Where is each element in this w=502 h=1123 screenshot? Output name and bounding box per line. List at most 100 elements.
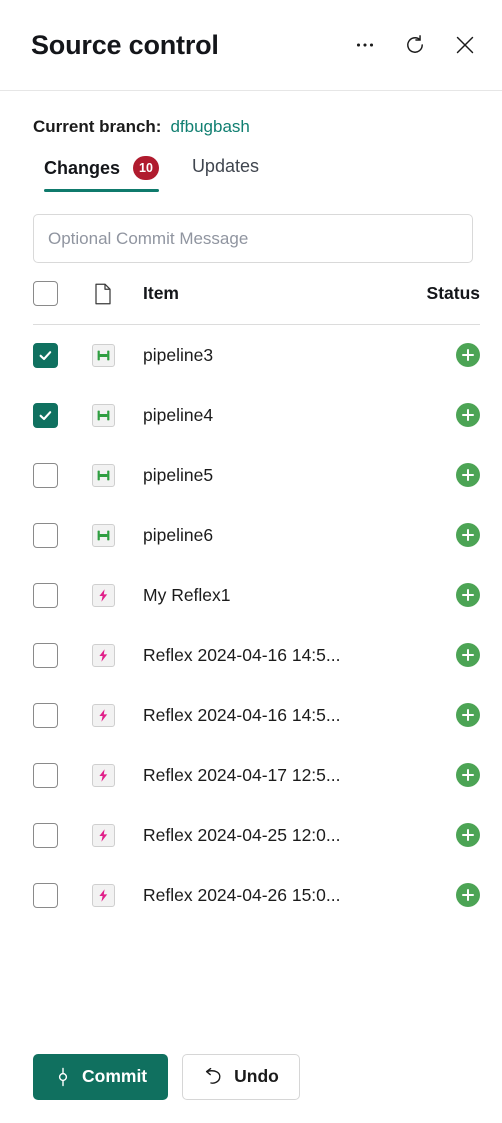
reflex-icon	[92, 703, 115, 727]
row-item-name: pipeline6	[143, 524, 214, 545]
row-item-cell: Reflex 2024-04-16 14:5...	[143, 645, 400, 666]
add-icon[interactable]	[456, 643, 480, 667]
add-icon[interactable]	[456, 583, 480, 607]
row-item-cell: pipeline3	[143, 345, 400, 366]
tab-updates-label: Updates	[191, 156, 259, 176]
table-row[interactable]: pipeline5	[33, 445, 480, 505]
add-icon[interactable]	[456, 343, 480, 367]
git-commit-icon	[54, 1067, 72, 1087]
row-status-cell	[400, 823, 480, 847]
add-icon[interactable]	[456, 763, 480, 787]
row-checkbox-cell	[33, 822, 92, 848]
row-checkbox-cell	[33, 462, 92, 488]
row-checkbox[interactable]	[33, 522, 58, 548]
table-row[interactable]: pipeline3	[33, 325, 480, 385]
table-row[interactable]: Reflex 2024-04-17 12:5...	[33, 745, 480, 805]
add-icon[interactable]	[456, 883, 480, 907]
page-title: Source control	[31, 29, 219, 60]
undo-icon	[203, 1067, 224, 1087]
row-checkbox[interactable]	[33, 882, 58, 908]
row-status-cell	[400, 343, 480, 367]
row-item-cell: Reflex 2024-04-16 14:5...	[143, 705, 400, 726]
row-status-cell	[400, 583, 480, 607]
row-checkbox-cell	[33, 342, 92, 368]
header-actions	[350, 30, 480, 60]
row-checkbox[interactable]	[33, 342, 58, 368]
file-type-header-cell	[92, 282, 143, 306]
current-branch-row: Current branch: dfbugbash	[0, 91, 502, 137]
undo-button[interactable]: Undo	[182, 1053, 300, 1100]
row-status-cell	[400, 403, 480, 427]
item-column-header: Item	[143, 283, 179, 303]
row-status-cell	[400, 523, 480, 547]
add-icon[interactable]	[456, 463, 480, 487]
table-row[interactable]: Reflex 2024-04-16 14:5...	[33, 685, 480, 745]
commit-message-wrap	[0, 192, 502, 263]
table-header-row: Item Status	[33, 263, 480, 325]
changes-table: Item Status pipeline3 pipeline4 pipeline5 p…	[0, 263, 502, 925]
row-checkbox[interactable]	[33, 462, 58, 488]
add-icon[interactable]	[456, 703, 480, 727]
row-checkbox-cell	[33, 522, 92, 548]
row-checkbox[interactable]	[33, 762, 58, 788]
undo-button-label: Undo	[234, 1066, 279, 1086]
close-icon[interactable]	[450, 30, 480, 60]
row-checkbox-cell	[33, 402, 92, 428]
row-item-name: Reflex 2024-04-25 12:0...	[143, 824, 341, 845]
row-item-name: Reflex 2024-04-16 14:5...	[143, 704, 341, 725]
row-status-cell	[400, 883, 480, 907]
row-checkbox[interactable]	[33, 702, 58, 728]
tab-bar: Changes 10 Updates	[0, 137, 502, 192]
row-checkbox[interactable]	[33, 582, 58, 608]
commit-message-input[interactable]	[33, 214, 473, 263]
changes-count-badge: 10	[133, 156, 159, 180]
row-checkbox[interactable]	[33, 402, 58, 428]
select-all-checkbox[interactable]	[33, 281, 58, 306]
current-branch-name[interactable]: dfbugbash	[170, 117, 249, 137]
table-row[interactable]: Reflex 2024-04-25 12:0...	[33, 805, 480, 865]
commit-button[interactable]: Commit	[33, 1053, 169, 1100]
status-column-header: Status	[426, 283, 480, 303]
table-row[interactable]: pipeline6	[33, 505, 480, 565]
row-item-cell: pipeline5	[143, 465, 400, 486]
add-icon[interactable]	[456, 823, 480, 847]
row-icon-cell	[92, 463, 143, 487]
row-icon-cell	[92, 583, 143, 607]
row-item-cell: pipeline6	[143, 525, 400, 546]
row-item-cell: Reflex 2024-04-25 12:0...	[143, 825, 400, 846]
tab-changes[interactable]: Changes 10	[33, 156, 181, 192]
row-icon-cell	[92, 883, 143, 907]
row-checkbox[interactable]	[33, 822, 58, 848]
row-item-cell: Reflex 2024-04-26 15:0...	[143, 885, 400, 906]
row-item-name: pipeline5	[143, 464, 214, 485]
row-status-cell	[400, 703, 480, 727]
select-all-cell	[33, 281, 92, 306]
pipeline-icon	[92, 523, 115, 547]
table-row[interactable]: Reflex 2024-04-26 15:0...	[33, 865, 480, 925]
pipeline-icon	[92, 343, 115, 367]
current-branch-label: Current branch:	[33, 117, 162, 136]
row-item-cell: My Reflex1	[143, 585, 400, 606]
panel-footer: Commit Undo	[0, 1030, 502, 1123]
tab-changes-label: Changes	[44, 157, 121, 178]
commit-button-label: Commit	[82, 1066, 148, 1086]
tab-updates[interactable]: Updates	[181, 156, 281, 189]
refresh-icon[interactable]	[400, 30, 430, 60]
pipeline-icon	[92, 403, 115, 427]
row-checkbox-cell	[33, 762, 92, 788]
table-row[interactable]: Reflex 2024-04-16 14:5...	[33, 625, 480, 685]
row-icon-cell	[92, 403, 143, 427]
table-row[interactable]: pipeline4	[33, 385, 480, 445]
row-status-cell	[400, 643, 480, 667]
reflex-icon	[92, 763, 115, 787]
row-status-cell	[400, 463, 480, 487]
add-icon[interactable]	[456, 523, 480, 547]
table-row[interactable]: My Reflex1	[33, 565, 480, 625]
more-options-icon[interactable]	[350, 30, 380, 60]
row-icon-cell	[92, 643, 143, 667]
row-checkbox[interactable]	[33, 642, 58, 668]
add-icon[interactable]	[456, 403, 480, 427]
row-icon-cell	[92, 523, 143, 547]
row-checkbox-cell	[33, 882, 92, 908]
reflex-icon	[92, 883, 115, 907]
